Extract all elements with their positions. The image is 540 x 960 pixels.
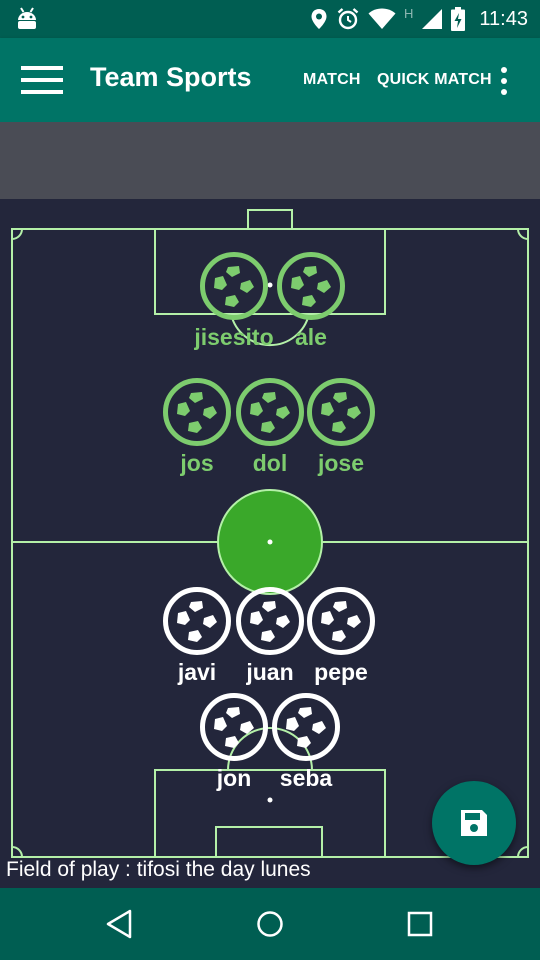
soccer-ball-icon <box>163 587 231 655</box>
soccer-ball-icon <box>272 693 340 761</box>
navigation-bar <box>0 888 540 960</box>
back-icon[interactable] <box>104 908 136 940</box>
player-name: jisesito <box>194 324 274 350</box>
match-button[interactable]: MATCH <box>303 71 361 89</box>
android-debug-icon <box>18 7 36 29</box>
network-type-label: H <box>404 5 414 21</box>
quick-match-button[interactable]: QUICK MATCH <box>377 71 492 89</box>
player-name: ale <box>295 324 327 350</box>
player-dol[interactable]: dol <box>235 378 305 477</box>
soccer-ball-icon <box>200 252 268 320</box>
status-bar: H 11:43 <box>0 0 540 38</box>
player-seba[interactable]: seba <box>271 693 341 792</box>
header-band <box>0 122 540 199</box>
player-name: jos <box>180 450 214 476</box>
app-title: Team Sports <box>90 62 252 92</box>
player-jon[interactable]: jon <box>199 693 269 792</box>
player-juan[interactable]: juan <box>235 587 305 686</box>
location-icon <box>311 9 327 29</box>
home-icon[interactable] <box>254 908 286 940</box>
hamburger-menu-icon[interactable] <box>21 66 63 94</box>
soccer-ball-icon <box>163 378 231 446</box>
more-vert-icon[interactable] <box>498 67 510 95</box>
field-caption: Field of play : tifosi the day lunes <box>6 858 311 881</box>
soccer-field: jisesito ale jos dol jose javi juan pepe… <box>0 199 540 888</box>
player-javi[interactable]: javi <box>162 587 232 686</box>
soccer-ball-icon <box>307 587 375 655</box>
save-icon <box>461 810 487 836</box>
player-name: dol <box>252 450 288 476</box>
player-name: seba <box>279 765 333 791</box>
save-button[interactable] <box>432 781 516 865</box>
signal-icon <box>422 9 443 29</box>
player-jisesito[interactable]: jisesito <box>189 252 279 351</box>
soccer-ball-icon <box>277 252 345 320</box>
player-name: pepe <box>314 659 368 685</box>
status-time: 11:43 <box>479 7 528 30</box>
player-name: jose <box>317 450 365 476</box>
player-jose[interactable]: jose <box>306 378 376 477</box>
app-bar: Team Sports MATCH QUICK MATCH <box>0 38 540 122</box>
alarm-icon <box>337 8 359 30</box>
player-pepe[interactable]: pepe <box>306 587 376 686</box>
player-name: jon <box>216 765 252 791</box>
recents-icon[interactable] <box>404 908 436 940</box>
soccer-ball-icon <box>307 378 375 446</box>
player-jos[interactable]: jos <box>162 378 232 477</box>
player-ale[interactable]: ale <box>276 252 346 351</box>
battery-charging-icon <box>451 7 466 31</box>
player-name: juan <box>246 659 294 685</box>
wifi-icon <box>368 8 396 29</box>
soccer-ball-icon <box>200 693 268 761</box>
soccer-ball-icon <box>236 378 304 446</box>
soccer-ball-icon <box>236 587 304 655</box>
player-name: javi <box>177 659 217 685</box>
